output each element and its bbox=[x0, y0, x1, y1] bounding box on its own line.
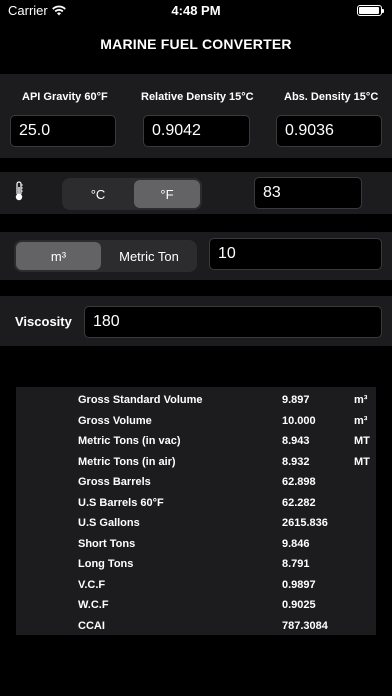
api-gravity-label: API Gravity 60°F bbox=[22, 91, 108, 103]
battery-fill bbox=[359, 7, 379, 14]
result-value: 2615.836 bbox=[282, 517, 328, 529]
result-unit: m³ bbox=[354, 394, 368, 406]
result-value: 787.3084 bbox=[282, 619, 328, 632]
result-row: Metric Tons (in air) 8.932 MT bbox=[16, 452, 376, 472]
result-row: Short Tons 9.846 bbox=[16, 534, 376, 554]
relative-density-field[interactable] bbox=[143, 115, 250, 147]
result-label: Gross Barrels bbox=[78, 476, 151, 488]
result-label: Metric Tons (in air) bbox=[78, 455, 176, 468]
thermometer-icon bbox=[15, 181, 23, 201]
status-bar: Carrier 4:48 PM bbox=[0, 0, 392, 22]
result-value: 9.846 bbox=[282, 537, 310, 550]
result-row: U.S Gallons 2615.836 bbox=[16, 513, 376, 533]
result-value: 8.943 bbox=[282, 435, 310, 447]
result-label: Short Tons bbox=[78, 537, 136, 550]
result-unit: MT bbox=[354, 435, 370, 447]
result-row: Gross Barrels 62.898 bbox=[16, 472, 376, 492]
status-time: 4:48 PM bbox=[171, 3, 221, 18]
battery-icon bbox=[357, 5, 384, 16]
result-value: 8.932 bbox=[282, 455, 310, 468]
api-gravity-field[interactable] bbox=[10, 115, 116, 147]
fahrenheit-segment[interactable]: °F bbox=[134, 180, 200, 208]
result-unit: MT bbox=[354, 455, 370, 468]
results-table: Gross Standard Volume 9.897 m³ Gross Volume… bbox=[16, 387, 376, 635]
abs-density-field[interactable] bbox=[276, 115, 382, 147]
result-value: 62.282 bbox=[282, 496, 316, 509]
result-label: Metric Tons (in vac) bbox=[78, 435, 181, 447]
volume-unit-selector: m³ Metric Ton bbox=[14, 240, 197, 272]
result-label: Long Tons bbox=[78, 558, 134, 570]
metric-ton-segment[interactable]: Metric Ton bbox=[103, 242, 195, 270]
result-value: 8.791 bbox=[282, 558, 310, 570]
viscosity-label: Viscosity bbox=[15, 314, 72, 329]
result-label: Gross Volume bbox=[78, 414, 152, 427]
result-label: V.C.F bbox=[78, 578, 106, 591]
result-label: U.S Gallons bbox=[78, 517, 140, 529]
result-row: CCAI 787.3084 bbox=[16, 616, 376, 636]
result-row: Gross Volume 10.000 m³ bbox=[16, 411, 376, 431]
cubic-meter-segment[interactable]: m³ bbox=[16, 242, 101, 270]
result-row: Metric Tons (in vac) 8.943 MT bbox=[16, 431, 376, 451]
result-row: Long Tons 8.791 bbox=[16, 554, 376, 574]
result-value: 9.897 bbox=[282, 394, 310, 406]
temperature-field[interactable] bbox=[254, 177, 362, 209]
result-row: W.C.F 0.9025 bbox=[16, 595, 376, 615]
relative-density-label: Relative Density 15°C bbox=[141, 91, 254, 103]
result-label: Gross Standard Volume bbox=[78, 394, 203, 406]
result-value: 0.9025 bbox=[282, 599, 316, 611]
result-row: U.S Barrels 60°F 62.282 bbox=[16, 493, 376, 513]
result-label: W.C.F bbox=[78, 599, 109, 611]
celsius-segment[interactable]: °C bbox=[64, 180, 132, 208]
volume-field[interactable] bbox=[209, 238, 382, 270]
temperature-unit-selector: °C °F bbox=[62, 178, 202, 210]
result-value: 10.000 bbox=[282, 414, 316, 427]
result-label: U.S Barrels 60°F bbox=[78, 496, 164, 509]
result-value: 62.898 bbox=[282, 476, 316, 488]
abs-density-label: Abs. Density 15°C bbox=[284, 91, 379, 103]
page-title: MARINE FUEL CONVERTER bbox=[100, 36, 292, 52]
result-row: Gross Standard Volume 9.897 m³ bbox=[16, 390, 376, 410]
result-row: V.C.F 0.9897 bbox=[16, 575, 376, 595]
result-label: CCAI bbox=[78, 619, 105, 632]
result-unit: m³ bbox=[354, 414, 368, 427]
result-value: 0.9897 bbox=[282, 578, 316, 591]
viscosity-field[interactable] bbox=[84, 306, 382, 338]
